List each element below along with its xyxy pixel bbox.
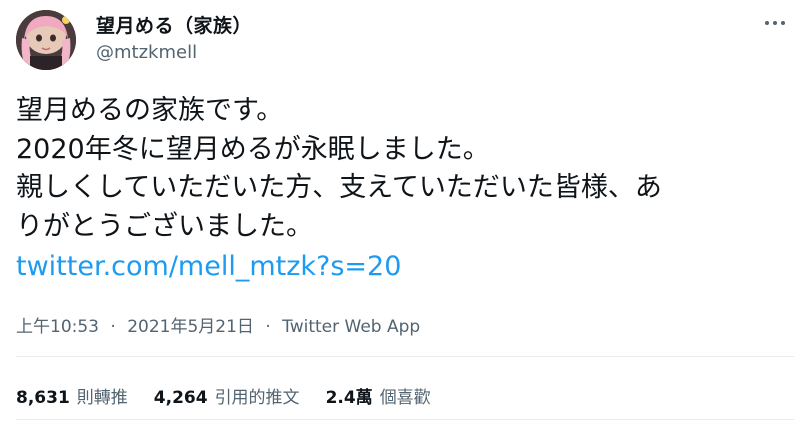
likes-stat[interactable]: 2.4萬 個喜歡 bbox=[326, 383, 431, 408]
retweet-count: 8,631 bbox=[16, 388, 70, 408]
quote-count: 4,264 bbox=[153, 388, 208, 408]
tweet-metadata: 上午10:53 · 2021年5月21日 · Twitter Web App bbox=[16, 312, 420, 337]
tweet-text-line: 望月めるの家族です。 bbox=[16, 95, 284, 126]
tweet-card: 望月める（家族） @mtzkmell 望月めるの家族です。 2020年冬に望月め… bbox=[0, 0, 810, 421]
retweet-label: 則轉推 bbox=[76, 388, 128, 408]
tweet-body: 望月めるの家族です。 2020年冬に望月めるが永眠しました。 親しくしていただい… bbox=[16, 92, 801, 246]
avatar[interactable] bbox=[16, 10, 76, 70]
engagement-stats: 8,631 則轉推 4,264 引用的推文 2.4萬 個喜歡 bbox=[16, 383, 457, 408]
retweets-stat[interactable]: 8,631 則轉推 bbox=[16, 383, 128, 408]
tweet-text-line: 親しくしていただいた方、支えていただいた皆様、あ bbox=[16, 172, 662, 203]
display-name[interactable]: 望月める（家族） bbox=[96, 11, 252, 38]
like-label: 個喜歡 bbox=[379, 388, 431, 408]
user-handle[interactable]: @mtzkmell bbox=[96, 42, 197, 63]
divider bbox=[16, 419, 794, 420]
more-options-button[interactable] bbox=[758, 12, 792, 34]
meta-separator: · bbox=[265, 317, 271, 337]
dot-icon bbox=[765, 21, 769, 25]
tweet-date[interactable]: 2021年5月21日 bbox=[127, 317, 254, 337]
divider bbox=[16, 356, 794, 357]
meta-separator: · bbox=[110, 317, 116, 337]
dot-icon bbox=[781, 21, 785, 25]
tweet-source[interactable]: Twitter Web App bbox=[282, 317, 420, 337]
tweet-text-line: りがとうございました。 bbox=[16, 210, 313, 242]
quote-tweets-stat[interactable]: 4,264 引用的推文 bbox=[154, 383, 300, 408]
dot-icon bbox=[773, 21, 777, 25]
like-count: 2.4萬 bbox=[325, 388, 373, 408]
tweet-link[interactable]: twitter.com/mell_mtzk?s=20 bbox=[16, 251, 401, 282]
tweet-text-line: 2020年冬に望月めるが永眠しました。 bbox=[16, 133, 490, 165]
quote-label: 引用的推文 bbox=[214, 388, 300, 408]
profile-photo-icon bbox=[16, 10, 76, 70]
tweet-time[interactable]: 上午10:53 bbox=[16, 317, 99, 337]
